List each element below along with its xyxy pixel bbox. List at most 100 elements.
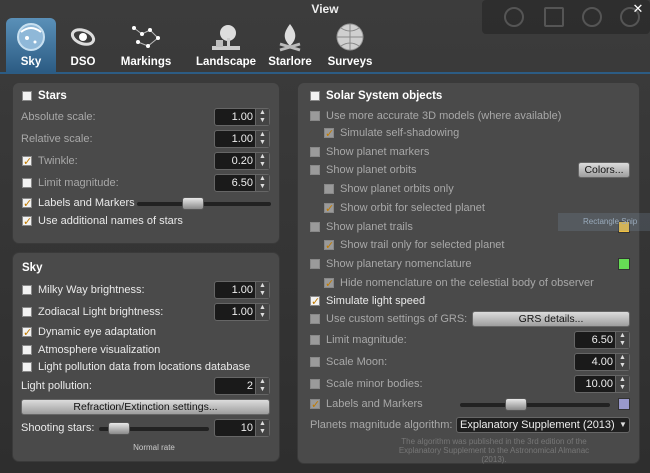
solar-system-header: Solar System objects (326, 90, 443, 102)
solar-limit-magnitude-spinbox[interactable]: 6.50 ▲ ▼ (574, 331, 630, 349)
spin-arrows-icon[interactable]: ▲ ▼ (255, 304, 269, 320)
spin-arrows-icon[interactable]: ▲ ▼ (255, 282, 269, 298)
relative-scale-row: Relative scale: 1.00 ▲ ▼ (13, 130, 273, 148)
slider-handle[interactable] (108, 422, 130, 435)
light-pollution-spinbox[interactable]: 2 ▲ ▼ (214, 377, 270, 395)
atmosphere-label: Atmosphere visualization (38, 344, 161, 356)
light-speed-checkbox[interactable] (310, 293, 320, 311)
dynamic-eye-checkbox[interactable] (22, 324, 32, 342)
orbit-selected-checkbox[interactable] (324, 200, 334, 218)
spin-arrows-icon[interactable]: ▲ ▼ (615, 332, 629, 348)
sky-header: Sky (22, 262, 43, 274)
additional-names-label: Use additional names of stars (38, 215, 183, 227)
planet-orbits-label: Show planet orbits (326, 164, 417, 176)
nomenclature-color-swatch[interactable] (618, 258, 630, 270)
milky-way-checkbox[interactable] (22, 285, 32, 295)
additional-names-checkbox[interactable] (22, 213, 32, 231)
planet-markers-label: Show planet markers (326, 146, 430, 158)
labels-markers-slider[interactable] (137, 197, 271, 210)
rectangle-snip-overlay: Rectangle Snip (558, 213, 650, 231)
twinkle-spinbox[interactable]: 0.20 ▲ ▼ (214, 152, 270, 170)
trail-selected-row: Show trail only for selected planet (298, 236, 633, 255)
scale-minor-checkbox[interactable] (310, 379, 320, 389)
spin-arrows-icon[interactable]: ▲ ▼ (255, 153, 269, 169)
milky-way-label: Milky Way brightness: (38, 284, 145, 296)
absolute-scale-spinbox[interactable]: 1.00 ▲ ▼ (214, 108, 270, 126)
light-pollution-db-checkbox[interactable] (22, 362, 32, 372)
relative-scale-spinbox[interactable]: 1.00 ▲ ▼ (214, 130, 270, 148)
orbit-colors-button[interactable]: Colors... (578, 162, 630, 178)
self-shadow-checkbox[interactable] (324, 125, 334, 143)
nomenclature-checkbox[interactable] (310, 259, 320, 269)
tab-surveys[interactable]: Surveys (322, 18, 378, 72)
spin-arrows-icon[interactable]: ▲ ▼ (615, 376, 629, 392)
labels-markers-row: Labels and Markers (13, 194, 273, 213)
scale-moon-label: Scale Moon: (326, 356, 388, 368)
grs-label: Use custom settings of GRS: (326, 313, 468, 325)
atmosphere-checkbox[interactable] (22, 345, 32, 355)
campfire-icon (279, 24, 301, 52)
tab-dso[interactable]: DSO (60, 18, 106, 72)
twinkle-checkbox[interactable] (22, 153, 32, 171)
twinkle-row: Twinkle: 0.20 ▲▼ (13, 152, 273, 171)
grs-checkbox[interactable] (310, 314, 320, 324)
solar-labels-markers-slider[interactable] (460, 398, 610, 411)
solar-system-checkbox[interactable] (310, 91, 320, 101)
light-pollution-value: 2 (246, 380, 253, 392)
spin-arrows-icon[interactable]: ▲ ▼ (255, 378, 269, 394)
twinkle-label: Twinkle: (38, 155, 78, 167)
limit-magnitude-spinbox[interactable]: 6.50 ▲ ▼ (214, 174, 270, 192)
twinkle-value: 0.20 (231, 155, 253, 167)
solar-labels-markers-checkbox[interactable] (310, 396, 320, 414)
spin-arrows-icon[interactable]: ▲ ▼ (255, 175, 269, 191)
planet-markers-checkbox[interactable] (310, 147, 320, 157)
limit-magnitude-row: Limit magnitude: 6.50 ▲ ▼ (13, 174, 273, 192)
grs-details-button[interactable]: GRS details... (472, 311, 630, 327)
orbits-only-checkbox[interactable] (324, 184, 334, 194)
scale-moon-spinbox[interactable]: 4.00 ▲ ▼ (574, 353, 630, 371)
zodiacal-label: Zodiacal Light brightness: (38, 306, 164, 318)
milky-way-spinbox[interactable]: 1.00 ▲ ▼ (214, 281, 270, 299)
refraction-settings-button[interactable]: Refraction/Extinction settings... (21, 399, 270, 415)
window-title: View (311, 2, 339, 16)
slider-handle[interactable] (182, 197, 204, 210)
algorithm-note: The algorithm was published in the 3rd e… (398, 437, 590, 464)
zodiacal-checkbox[interactable] (22, 307, 32, 317)
labels-color-swatch[interactable] (618, 398, 630, 410)
view-dialog: View ✕ Sky DSO Markings Landscape Starlo… (0, 0, 650, 473)
planet-orbits-row: Show planet orbits Colors... (298, 161, 633, 179)
scale-minor-spinbox[interactable]: 10.00 ▲ ▼ (574, 375, 630, 393)
scale-moon-checkbox[interactable] (310, 357, 320, 367)
tab-landscape[interactable]: Landscape (184, 18, 268, 72)
tab-markings[interactable]: Markings (110, 18, 182, 72)
planet-trails-checkbox[interactable] (310, 222, 320, 232)
spin-arrows-icon[interactable]: ▲ ▼ (255, 109, 269, 125)
magnitude-algorithm-select[interactable]: Explanatory Supplement (2013) ▼ (456, 417, 630, 433)
self-shadow-label: Simulate self-shadowing (340, 127, 460, 139)
trail-selected-checkbox[interactable] (324, 237, 334, 255)
light-speed-row: Simulate light speed (298, 292, 633, 311)
tab-sky[interactable]: Sky (6, 18, 56, 72)
absolute-scale-value: 1.00 (231, 111, 253, 123)
spin-arrows-icon[interactable]: ▲ ▼ (255, 131, 269, 147)
limit-magnitude-checkbox[interactable] (22, 178, 32, 188)
shooting-stars-value: 10 (240, 422, 253, 434)
close-button[interactable]: ✕ (630, 1, 646, 17)
models-checkbox[interactable] (310, 111, 320, 121)
solar-labels-markers-label: Labels and Markers (326, 398, 423, 410)
hide-nomenclature-checkbox[interactable] (324, 275, 334, 293)
shooting-stars-slider[interactable] (99, 422, 209, 435)
solar-limit-magnitude-checkbox[interactable] (310, 335, 320, 345)
slider-handle[interactable] (505, 398, 527, 411)
zodiacal-spinbox[interactable]: 1.00 ▲ ▼ (214, 303, 270, 321)
spin-arrows-icon[interactable]: ▲ ▼ (615, 354, 629, 370)
shooting-stars-spinbox[interactable]: 10 ▲ ▼ (214, 419, 270, 437)
solar-labels-markers-row: Labels and Markers (298, 395, 633, 414)
tab-starlore[interactable]: Starlore (258, 18, 322, 72)
stars-checkbox[interactable] (22, 91, 32, 101)
spin-arrows-icon[interactable]: ▲ ▼ (255, 420, 269, 436)
labels-markers-checkbox[interactable] (22, 195, 32, 213)
planet-orbits-checkbox[interactable] (310, 165, 320, 175)
self-shadow-row: Simulate self-shadowing (298, 124, 633, 143)
relative-scale-label: Relative scale: (21, 133, 93, 145)
